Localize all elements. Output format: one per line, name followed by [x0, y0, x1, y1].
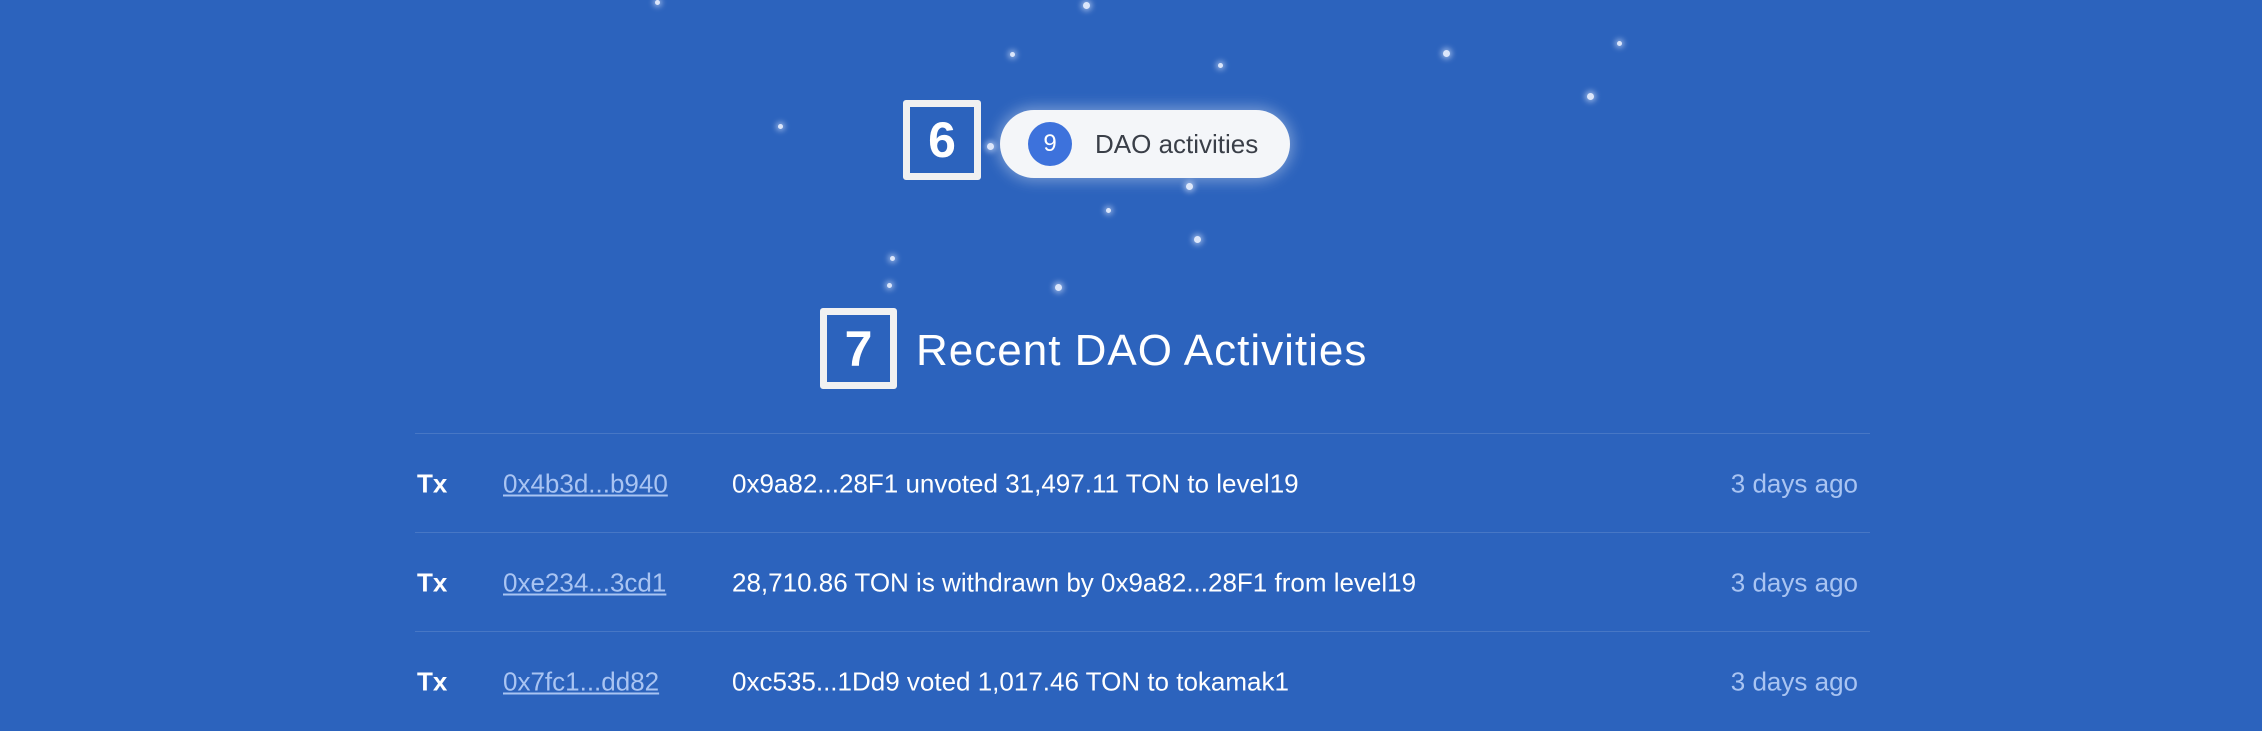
activity-row: Tx 0x4b3d...b940 0x9a82...28F1 unvoted 3…: [415, 433, 1870, 533]
dao-activities-badge[interactable]: 9 DAO activities: [1000, 110, 1290, 178]
activity-row: Tx 0xe234...3cd1 28,710.86 TON is withdr…: [415, 532, 1870, 632]
activity-time: 3 days ago: [1730, 666, 1858, 696]
activity-time: 3 days ago: [1730, 468, 1858, 498]
section-title: Recent DAO Activities: [916, 326, 1368, 375]
activity-type: Tx: [417, 666, 448, 696]
activity-type: Tx: [417, 567, 448, 597]
activity-description: 28,710.86 TON is withdrawn by 0x9a82...2…: [732, 567, 1417, 597]
activity-description: 0x9a82...28F1 unvoted 31,497.11 TON to l…: [732, 468, 1299, 498]
badge-label: DAO activities: [1095, 128, 1259, 159]
activity-description: 0xc535...1Dd9 voted 1,017.46 TON to toka…: [732, 666, 1289, 696]
activity-row: Tx 0x7fc1...dd82 0xc535...1Dd9 voted 1,0…: [415, 631, 1870, 731]
tx-hash-link[interactable]: 0x4b3d...b940: [503, 468, 668, 499]
activity-time: 3 days ago: [1730, 567, 1858, 597]
tx-hash-link[interactable]: 0xe234...3cd1: [503, 567, 666, 598]
annotation-marker-7: 7: [820, 308, 897, 389]
tx-hash-link[interactable]: 0x7fc1...dd82: [503, 666, 659, 697]
activity-type: Tx: [417, 468, 448, 498]
annotation-marker-6: 6: [903, 100, 981, 180]
activity-count: 9: [1028, 122, 1072, 166]
